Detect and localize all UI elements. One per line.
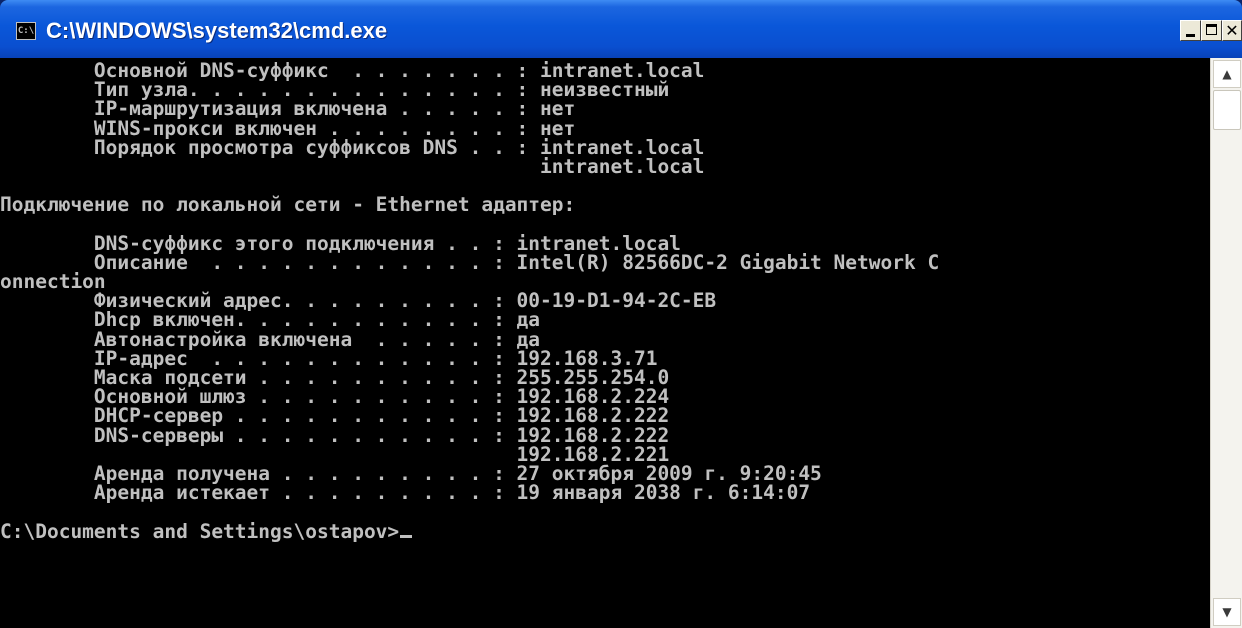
console-line: DHCP-сервер . . . . . . . . . . . : 192.… <box>0 404 670 428</box>
scroll-up-icon: ▲ <box>1222 67 1232 81</box>
console-line: Автонастройка включена . . . . . : да <box>0 327 541 351</box>
console-line: IP-маршрутизация включена . . . . . : не… <box>0 97 576 121</box>
minimize-button[interactable] <box>1180 20 1201 41</box>
title-bar[interactable]: C:\ C:\WINDOWS\system32\cmd.exe ✕ <box>0 0 1242 58</box>
console-line: intranet.local <box>0 154 705 178</box>
vertical-scrollbar[interactable]: ▲ ▼ <box>1210 58 1242 628</box>
console-lines: Основной DNS-суффикс . . . . . . . : int… <box>0 61 939 541</box>
cmd-window: C:\ C:\WINDOWS\system32\cmd.exe ✕ Основн… <box>0 0 1242 628</box>
console-line: DNS-серверы . . . . . . . . . . . : 192.… <box>0 423 670 447</box>
prompt-line[interactable]: C:\Documents and Settings\ostapov> <box>0 519 939 543</box>
scroll-up-button[interactable]: ▲ <box>1213 60 1241 88</box>
close-button[interactable]: ✕ <box>1222 20 1242 41</box>
console-output[interactable]: Основной DNS-суффикс . . . . . . . : int… <box>0 58 1210 628</box>
console-line: DNS-суффикс этого подключения . . : intr… <box>0 231 681 255</box>
prompt-text: C:\Documents and Settings\ostapov> <box>0 519 400 543</box>
close-icon: ✕ <box>1225 21 1239 40</box>
console-line: Подключение по локальной сети - Ethernet… <box>0 193 576 217</box>
text-cursor <box>400 534 413 538</box>
scroll-down-icon: ▼ <box>1222 605 1232 619</box>
maximize-button[interactable] <box>1201 20 1222 41</box>
window-title: C:\WINDOWS\system32\cmd.exe <box>46 18 388 43</box>
console-line: Описание . . . . . . . . . . . . : Intel… <box>0 250 940 274</box>
scrollbar-thumb[interactable] <box>1213 90 1241 130</box>
console-line: WINS-прокси включен . . . . . . . . : не… <box>0 116 576 140</box>
cmd-icon[interactable]: C:\ <box>16 22 36 40</box>
scroll-down-button[interactable]: ▼ <box>1213 598 1241 626</box>
console-line: Dhcp включен. . . . . . . . . . . : да <box>0 308 541 332</box>
console-line: Аренда истекает . . . . . . . . . : 19 я… <box>0 481 811 505</box>
maximize-icon <box>1206 24 1217 35</box>
minimize-icon <box>1186 34 1195 37</box>
